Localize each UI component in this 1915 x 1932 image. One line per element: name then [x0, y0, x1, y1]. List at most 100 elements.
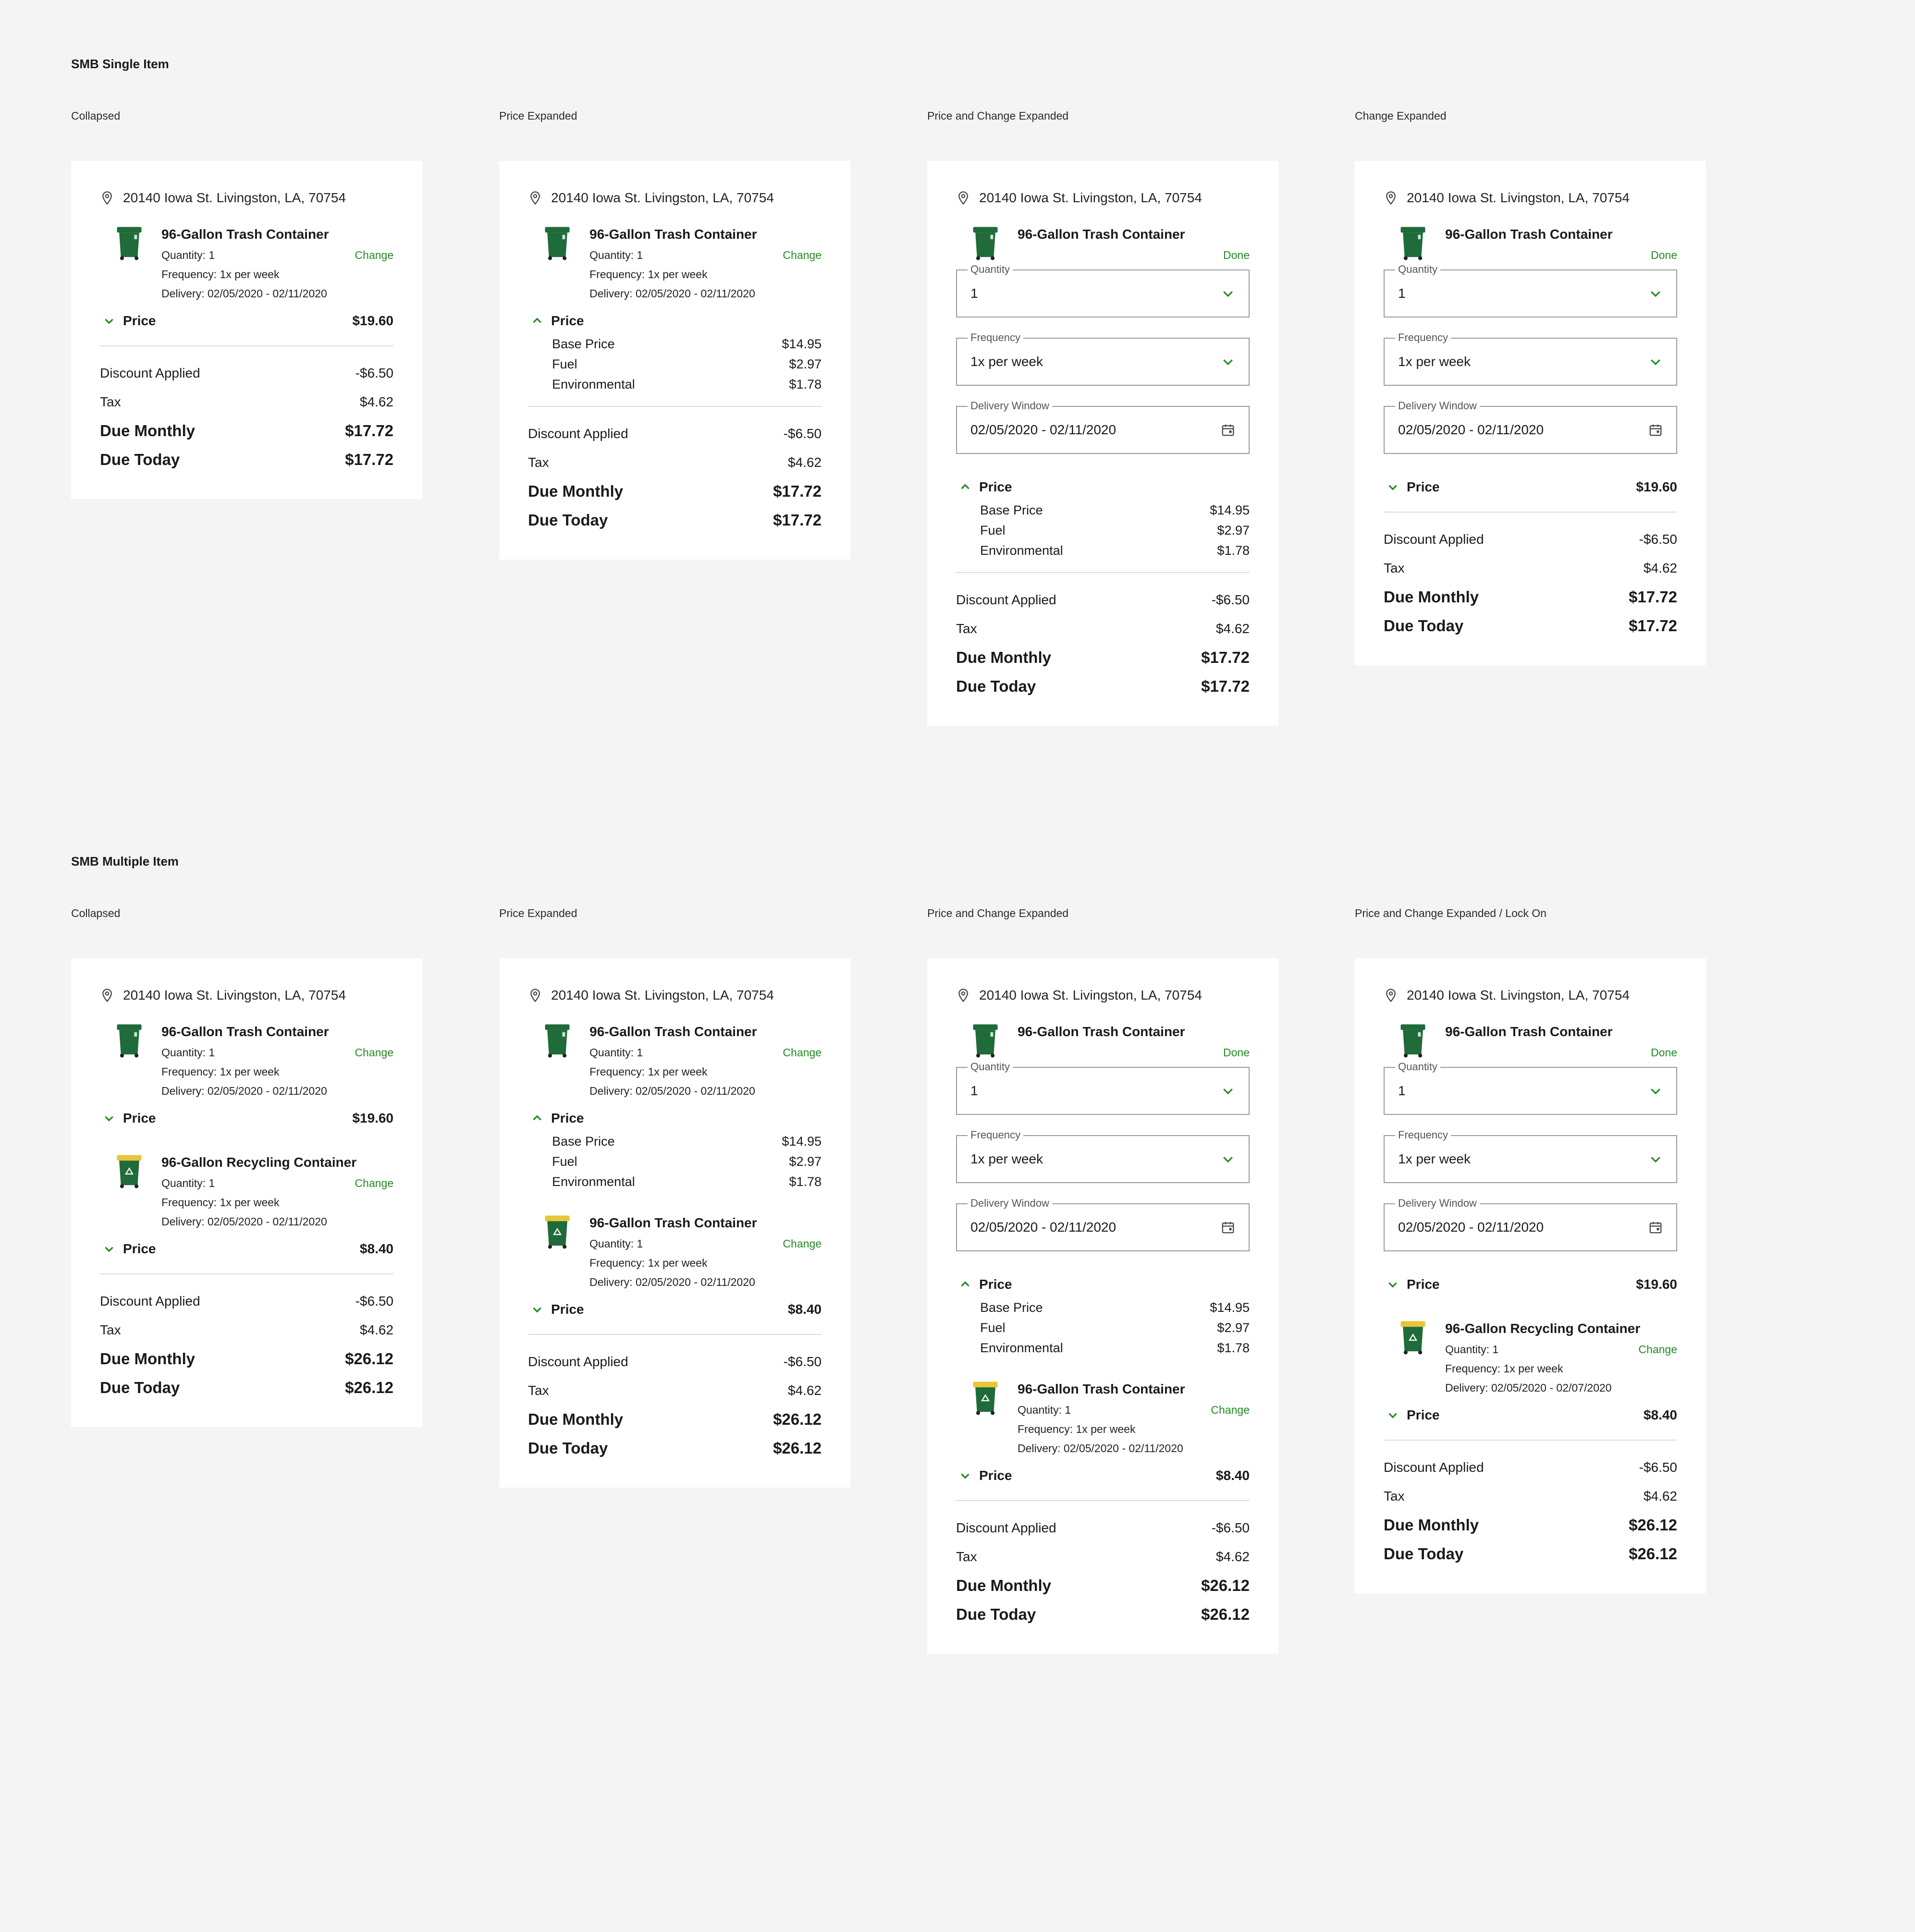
change-link[interactable]: Change	[783, 245, 822, 265]
change-link[interactable]: Change	[355, 1043, 393, 1062]
trash-container-icon	[117, 227, 142, 260]
environmental-label: Environmental	[552, 377, 635, 391]
frequency-select[interactable]: Frequency 1x per week	[1384, 331, 1677, 386]
due-monthly-label: Due Monthly	[100, 1350, 195, 1368]
price-toggle[interactable]: Price	[528, 313, 584, 329]
calendar-icon[interactable]	[1648, 1220, 1663, 1235]
done-link[interactable]: Done	[1651, 1046, 1677, 1059]
item-quantity: Quantity: 1	[161, 1177, 215, 1189]
change-link[interactable]: Change	[1638, 1340, 1677, 1359]
item-name: 96-Gallon Trash Container	[1445, 227, 1613, 242]
price-toggle[interactable]: Price	[100, 313, 156, 329]
due-monthly-label: Due Monthly	[956, 1577, 1051, 1594]
trash-container-icon	[973, 227, 998, 260]
frequency-select[interactable]: Frequency 1x per week	[956, 331, 1250, 386]
frequency-select[interactable]: Frequency 1x per week	[956, 1129, 1250, 1183]
change-link[interactable]: Change	[1211, 1400, 1250, 1419]
line-item: 96-Gallon Trash Container Quantity: 1 Cha…	[100, 1021, 393, 1101]
price-toggle[interactable]: Price	[100, 1111, 156, 1126]
environmental-value: $1.78	[789, 1174, 822, 1189]
quantity-select[interactable]: Quantity 1	[1384, 263, 1677, 318]
quantity-select[interactable]: Quantity 1	[1384, 1061, 1677, 1115]
line-item: 96-Gallon Trash Container Done	[956, 1021, 1250, 1062]
price-label: Price	[1407, 1277, 1440, 1292]
chevron-up-icon	[533, 1115, 541, 1121]
price-row: Price $8.40	[528, 1296, 822, 1322]
discount-label: Discount Applied	[956, 592, 1056, 607]
price-row: Price	[956, 1272, 1250, 1297]
price-toggle[interactable]: Price	[956, 479, 1012, 495]
location-pin-icon	[530, 989, 540, 1003]
section-title-single: SMB Single Item	[71, 57, 169, 71]
chevron-down-icon	[1223, 1088, 1233, 1095]
tax-value: $4.62	[1643, 1489, 1677, 1504]
location-pin-icon	[1386, 989, 1396, 1003]
location-pin-icon	[958, 989, 968, 1003]
quantity-select[interactable]: Quantity 1	[956, 1061, 1250, 1115]
price-toggle[interactable]: Price	[1384, 1407, 1440, 1423]
recycling-container-icon	[1400, 1321, 1425, 1355]
due-monthly-label: Due Monthly	[528, 1410, 623, 1428]
delivery-window-field[interactable]: Delivery Window 02/05/2020 - 02/11/2020	[1384, 400, 1677, 454]
discount-value: -$6.50	[783, 426, 822, 441]
change-link[interactable]: Change	[355, 1174, 393, 1193]
discount-label: Discount Applied	[1384, 532, 1484, 547]
item-delivery: Delivery: 02/05/2020 - 02/11/2020	[161, 1215, 327, 1228]
card-label: Price and Change Expanded	[927, 110, 1069, 122]
price-row: Price $19.60	[100, 1105, 393, 1131]
done-link[interactable]: Done	[1651, 249, 1677, 261]
due-monthly-label: Due Monthly	[1384, 1516, 1479, 1534]
price-toggle[interactable]: Price	[100, 1241, 156, 1257]
delivery-window-field[interactable]: Delivery Window 02/05/2020 - 02/11/2020	[956, 1197, 1250, 1251]
environmental-label: Environmental	[980, 1341, 1063, 1355]
tax-label: Tax	[528, 1383, 549, 1398]
calendar-icon[interactable]	[1221, 1220, 1235, 1235]
frequency-select[interactable]: Frequency 1x per week	[1384, 1129, 1677, 1183]
divider	[1384, 1440, 1677, 1441]
item-name: 96-Gallon Recycling Container	[161, 1155, 357, 1170]
calendar-icon[interactable]	[1221, 423, 1235, 437]
delivery-window-value: 02/05/2020 - 02/11/2020	[970, 1220, 1117, 1235]
change-link[interactable]: Change	[783, 1043, 822, 1062]
price-label: Price	[979, 1277, 1012, 1292]
due-monthly-label: Due Monthly	[1384, 588, 1479, 606]
frequency-value: 1x per week	[970, 354, 1043, 369]
change-link[interactable]: Change	[783, 1234, 822, 1253]
due-monthly-value: $17.72	[773, 482, 822, 500]
tax-value: $4.62	[787, 1383, 822, 1398]
environmental-value: $1.78	[789, 377, 822, 391]
base-price-value: $14.95	[1210, 503, 1250, 517]
price-label: Price	[551, 1111, 584, 1125]
price-toggle[interactable]: Price	[528, 1111, 584, 1126]
base-price-value: $14.95	[1210, 1300, 1250, 1315]
chevron-down-icon	[1223, 291, 1233, 297]
item-name: 96-Gallon Trash Container	[161, 227, 329, 242]
change-link[interactable]: Change	[355, 245, 393, 265]
calendar-icon[interactable]	[1648, 423, 1663, 437]
price-total: $19.60	[352, 1111, 393, 1125]
due-today-label: Due Today	[1384, 1545, 1464, 1563]
location-pin-icon	[958, 191, 968, 205]
tax-value: $4.62	[1643, 561, 1677, 575]
done-link[interactable]: Done	[1223, 249, 1250, 261]
chevron-down-icon	[1388, 1413, 1397, 1418]
price-toggle[interactable]: Price	[956, 1277, 1012, 1292]
quantity-select[interactable]: Quantity 1	[956, 263, 1250, 318]
item-name: 96-Gallon Trash Container	[589, 1024, 757, 1039]
price-total: $19.60	[1636, 1277, 1677, 1292]
price-toggle[interactable]: Price	[1384, 479, 1440, 495]
price-breakdown: Base Price $14.95 Fuel $2.97 Environmental…	[528, 1131, 822, 1192]
price-breakdown: Base Price $14.95 Fuel $2.97 Environmental…	[528, 334, 822, 394]
delivery-window-field[interactable]: Delivery Window 02/05/2020 - 02/11/2020	[1384, 1197, 1677, 1251]
tax-label: Tax	[100, 1322, 121, 1337]
chevron-down-icon	[1651, 1157, 1660, 1163]
done-link[interactable]: Done	[1223, 1046, 1250, 1059]
price-toggle[interactable]: Price	[1384, 1277, 1440, 1292]
delivery-window-field[interactable]: Delivery Window 02/05/2020 - 02/11/2020	[956, 400, 1250, 454]
due-today-value: $26.12	[1629, 1545, 1677, 1563]
order-summary-card: 20140 Iowa St. Livingston, LA, 70754 96-…	[71, 958, 422, 1427]
price-toggle[interactable]: Price	[528, 1302, 584, 1317]
due-today-value: $26.12	[1201, 1605, 1250, 1623]
price-toggle[interactable]: Price	[956, 1468, 1012, 1483]
discount-value: -$6.50	[355, 366, 393, 380]
